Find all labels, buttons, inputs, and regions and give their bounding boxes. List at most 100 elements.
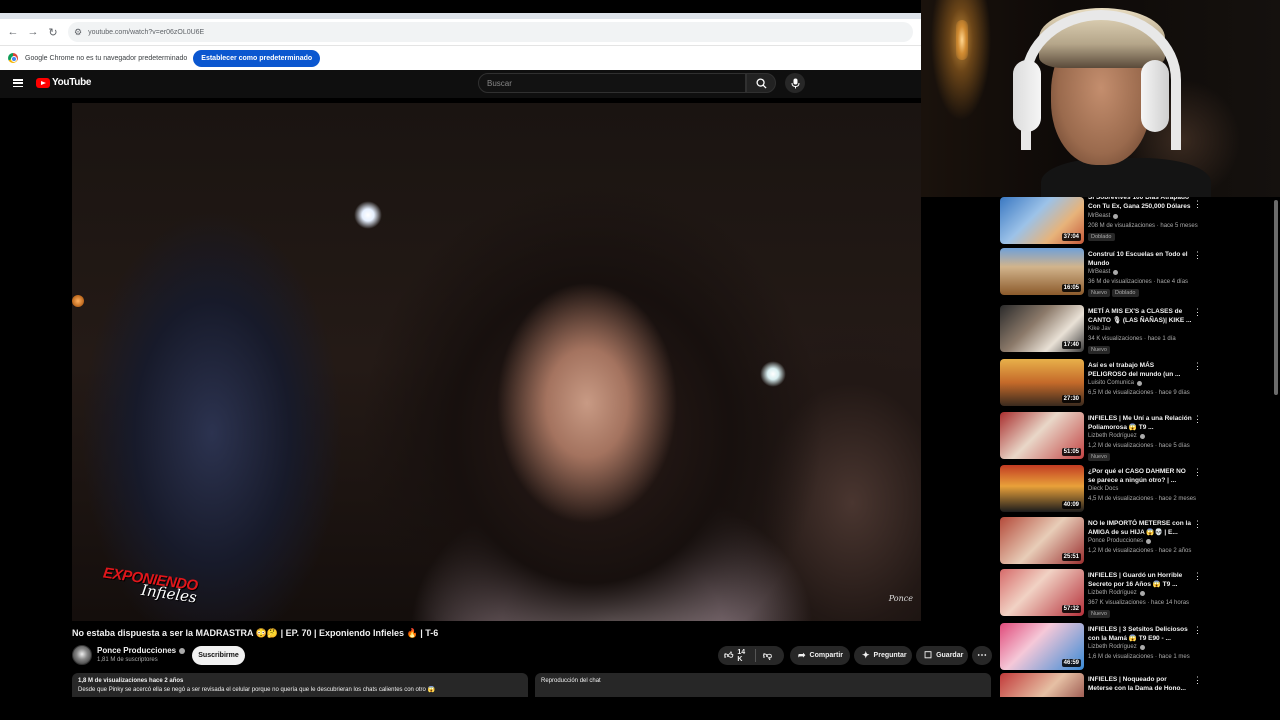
video-thumbnail[interactable]: 46:59 xyxy=(1000,623,1084,670)
recommendation-channel[interactable]: Luisito Comunica xyxy=(1088,380,1143,386)
voice-search-button[interactable] xyxy=(785,73,805,93)
bottom-bar xyxy=(0,697,1280,720)
channel-avatar[interactable] xyxy=(72,645,92,665)
ask-button[interactable]: ✦ Preguntar xyxy=(854,646,912,665)
menu-icon[interactable] xyxy=(13,79,23,87)
recommendation-item[interactable]: 16:05 Construí 10 Escuelas en Todo el Mu… xyxy=(1000,248,1272,300)
recommendation-meta: 6,5 M de visualizaciones · hace 9 días xyxy=(1088,390,1190,396)
channel-name[interactable]: MrBeast xyxy=(1088,213,1110,219)
recommendation-item[interactable]: 27:30 Así es el trabajo MÁS PELIGROSO de… xyxy=(1000,359,1272,411)
video-player[interactable]: EXPONIENDO Infieles Ponce xyxy=(72,103,921,621)
youtube-logo-icon[interactable] xyxy=(36,78,50,88)
recommendation-item[interactable]: 37:04 Si Sobrevives 100 Días Atrapado Co… xyxy=(1000,197,1272,249)
thumbs-down-icon[interactable]: 👎︎ xyxy=(763,650,772,661)
more-actions-button[interactable]: ⋯ xyxy=(972,646,992,665)
video-thumbnail[interactable]: 27:30 xyxy=(1000,359,1084,406)
recommendation-channel[interactable]: MrBeast xyxy=(1088,269,1119,275)
search-placeholder: Buscar xyxy=(487,78,512,88)
forward-icon[interactable]: → xyxy=(24,23,42,41)
recommendation-item[interactable]: 17:40 METÍ A MIS EX'S a CLASES de CANTO … xyxy=(1000,305,1272,357)
channel-name[interactable]: MrBeast xyxy=(1088,269,1110,275)
video-thumbnail[interactable]: 16:05 xyxy=(1000,248,1084,295)
ask-label: Preguntar xyxy=(873,652,907,659)
recommendation-item[interactable]: 51:05 INFIELES | Me Uní a una Relación P… xyxy=(1000,412,1272,464)
more-vert-icon[interactable]: ⋮ xyxy=(1193,675,1202,686)
search-icon xyxy=(755,77,767,89)
verified-icon xyxy=(1137,380,1143,386)
webcam-person-shirt xyxy=(1041,158,1211,197)
recommendation-title[interactable]: INFIELES | 3 Setsitos Deliciosos con la … xyxy=(1088,625,1192,643)
site-info-icon[interactable]: ⚙ xyxy=(74,27,82,38)
more-vert-icon[interactable]: ⋮ xyxy=(1193,361,1202,372)
video-thumbnail[interactable]: 40:09 xyxy=(1000,465,1084,512)
verified-icon xyxy=(1139,433,1145,439)
search-input[interactable]: Buscar xyxy=(478,73,746,93)
channel-name[interactable]: Luisito Comunica xyxy=(1088,380,1134,386)
more-vert-icon[interactable]: ⋮ xyxy=(1193,519,1202,530)
channel-name[interactable]: Ponce Producciones xyxy=(1088,538,1143,544)
recommendation-title[interactable]: NO le IMPORTÓ METERSE con la AMIGA de su… xyxy=(1088,519,1192,537)
new-badge: Nuevo xyxy=(1088,289,1110,297)
recommendation-title[interactable]: INFIELES | Guardó un Horrible Secreto po… xyxy=(1088,571,1192,589)
recommendation-channel[interactable]: Lizbeth Rodríguez xyxy=(1088,433,1145,439)
recommendation-title[interactable]: ¿Por qué el CASO DAHMER NO se parece a n… xyxy=(1088,467,1192,485)
video-thumbnail[interactable]: 37:04 xyxy=(1000,197,1084,244)
recommendation-title[interactable]: INFIELES | Noqueado por Meterse con la D… xyxy=(1088,675,1192,693)
recommendation-title[interactable]: Si Sobrevives 100 Días Atrapado Con Tu E… xyxy=(1088,197,1192,211)
back-icon[interactable]: ← xyxy=(4,23,22,41)
recommendation-item[interactable]: 40:09 ¿Por qué el CASO DAHMER NO se pare… xyxy=(1000,465,1272,517)
channel-name[interactable]: Kike Jav xyxy=(1088,326,1111,332)
dubbed-badge: Doblado xyxy=(1112,289,1139,297)
video-thumbnail[interactable]: 25:51 xyxy=(1000,517,1084,564)
channel-name[interactable]: Dieck Docs xyxy=(1088,486,1118,492)
recommendation-item[interactable]: 25:51 NO le IMPORTÓ METERSE con la AMIGA… xyxy=(1000,517,1272,569)
share-button[interactable]: ➦ Compartir xyxy=(790,646,850,665)
subscribe-button[interactable]: Suscribirme xyxy=(192,646,245,665)
recommendation-channel[interactable]: Lizbeth Rodríguez xyxy=(1088,644,1145,650)
channel-name[interactable]: Lizbeth Rodríguez xyxy=(1088,590,1137,596)
recommendation-item[interactable]: INFIELES | Noqueado por Meterse con la D… xyxy=(1000,673,1272,697)
recommendation-title[interactable]: Construí 10 Escuelas en Todo el Mundo xyxy=(1088,250,1192,268)
duration-badge: 46:59 xyxy=(1061,659,1081,667)
search-button[interactable] xyxy=(746,73,776,93)
video-thumbnail[interactable] xyxy=(1000,673,1084,697)
reload-icon[interactable]: ↻ xyxy=(44,23,62,41)
video-thumbnail[interactable]: 17:40 xyxy=(1000,305,1084,352)
like-count[interactable]: 14 K xyxy=(737,649,747,663)
channel-name[interactable]: Lizbeth Rodríguez xyxy=(1088,433,1137,439)
more-vert-icon[interactable]: ⋮ xyxy=(1193,414,1202,425)
recommendation-channel[interactable]: Lizbeth Rodríguez xyxy=(1088,590,1145,596)
channel-name[interactable]: Lizbeth Rodríguez xyxy=(1088,644,1137,650)
recommendation-channel[interactable]: Kike Jav xyxy=(1088,326,1111,332)
recommendation-channel[interactable]: Dieck Docs xyxy=(1088,486,1118,492)
recommendation-title[interactable]: Así es el trabajo MÁS PELIGROSO del mund… xyxy=(1088,361,1192,379)
headphone-left-cup xyxy=(1013,60,1041,132)
recommendation-title[interactable]: METÍ A MIS EX'S a CLASES de CANTO 🎙 (LAS… xyxy=(1088,307,1192,325)
set-default-button[interactable]: Establecer como predeterminado xyxy=(193,49,321,67)
channel-name[interactable]: Ponce Producciones xyxy=(97,646,176,655)
recommendation-channel[interactable]: MrBeast xyxy=(1088,213,1119,219)
recommendation-title[interactable]: INFIELES | Me Uní a una Relación Poliamo… xyxy=(1088,414,1192,432)
channel-name-row[interactable]: Ponce Producciones xyxy=(97,646,186,655)
video-thumbnail[interactable]: 51:05 xyxy=(1000,412,1084,459)
more-vert-icon[interactable]: ⋮ xyxy=(1193,625,1202,636)
verified-icon xyxy=(1113,269,1119,275)
youtube-logo-text[interactable]: YouTube xyxy=(52,77,92,88)
more-vert-icon[interactable]: ⋮ xyxy=(1193,571,1202,582)
recommendation-item[interactable]: 46:59 INFIELES | 3 Setsitos Deliciosos c… xyxy=(1000,623,1272,675)
more-vert-icon[interactable]: ⋮ xyxy=(1193,467,1202,478)
recommendation-item[interactable]: 57:32 INFIELES | Guardó un Horrible Secr… xyxy=(1000,569,1272,621)
thumbs-up-icon[interactable]: 👍︎ xyxy=(724,650,733,661)
save-button[interactable]: ☐ Guardar xyxy=(916,646,968,665)
channel-watermark[interactable]: Ponce xyxy=(889,594,913,603)
more-vert-icon[interactable]: ⋮ xyxy=(1193,199,1202,210)
address-bar[interactable]: ⚙ youtube.com/watch?v=er06zOL0U6E xyxy=(68,22,913,42)
scrollbar-thumb[interactable] xyxy=(1274,200,1278,395)
video-thumbnail[interactable]: 57:32 xyxy=(1000,569,1084,616)
more-vert-icon[interactable]: ⋮ xyxy=(1193,307,1202,318)
like-dislike-group: 👍︎ 14 K 👎︎ xyxy=(718,646,784,665)
chat-replay-label: Reproducción del chat xyxy=(541,678,601,684)
more-vert-icon[interactable]: ⋮ xyxy=(1193,250,1202,261)
webcam-lamp xyxy=(956,20,968,60)
recommendation-channel[interactable]: Ponce Producciones xyxy=(1088,538,1152,544)
